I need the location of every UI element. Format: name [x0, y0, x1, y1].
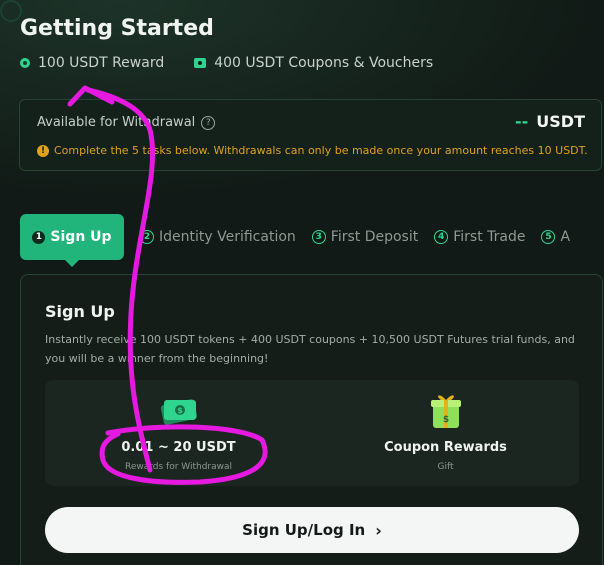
coupon-label: 400 USDT Coupons & Vouchers: [214, 55, 434, 71]
warning-icon: !: [37, 144, 49, 157]
cta-label: Sign Up/Log In: [242, 521, 366, 539]
tab-number-badge: 4: [434, 230, 449, 244]
cash-icon: $: [160, 399, 198, 425]
tab-label: First Trade: [453, 229, 526, 245]
withdrawal-label: Available for Withdrawal: [37, 115, 196, 130]
withdrawal-amount: -- USDT: [515, 112, 585, 131]
reward-value: 0.01 ~ 20 USDT: [121, 440, 236, 455]
panel-description: Instantly receive 100 USDT tokens + 400 …: [45, 333, 575, 365]
tab-first-trade[interactable]: 4 First Trade: [434, 229, 525, 245]
ticket-icon: [194, 58, 207, 68]
amount-currency: USDT: [536, 112, 585, 131]
reward-value: Coupon Rewards: [384, 440, 507, 455]
tab-label: A: [560, 229, 571, 245]
tab-identity-verification[interactable]: 2 Identity Verification: [140, 229, 296, 245]
help-icon[interactable]: ?: [201, 115, 216, 130]
tab-number-badge: 5: [541, 230, 556, 244]
rewards-box: $ 0.01 ~ 20 USDT Rewards for Withdrawal …: [45, 380, 579, 486]
reward-dot-icon: [20, 58, 30, 68]
reward-subtitle: Rewards for Withdrawal: [124, 462, 233, 472]
amount-placeholder: --: [515, 112, 529, 131]
reward-coupons: $ Coupon Rewards Gift: [312, 380, 579, 486]
header-subline: 100 USDT Reward 400 USDT Coupons & Vouch…: [20, 55, 433, 71]
logo-icon: [0, 0, 22, 22]
tab-sign-up[interactable]: 1 Sign Up: [20, 214, 124, 267]
chevron-right-icon: ›: [375, 520, 382, 540]
svg-text:$: $: [177, 406, 183, 415]
tab-label: Sign Up: [50, 229, 112, 245]
reward-subtitle: Gift: [437, 462, 454, 472]
withdrawal-note: ! Complete the 5 tasks below. Withdrawal…: [37, 144, 588, 157]
tab-number-badge: 1: [32, 230, 46, 244]
withdrawal-note-text: Complete the 5 tasks below. Withdrawals …: [54, 144, 588, 157]
withdrawal-card: Available for Withdrawal ? -- USDT ! Comp…: [19, 99, 602, 171]
panel-title: Sign Up: [45, 302, 115, 321]
tab-number-badge: 2: [140, 230, 154, 244]
task-tabs: 1 Sign Up 2 Identity Verification 3 Firs…: [20, 214, 570, 267]
gift-icon: $: [431, 395, 461, 428]
tab-fifth-task[interactable]: 5 A: [541, 229, 570, 245]
tab-first-deposit[interactable]: 3 First Deposit: [311, 229, 419, 245]
tab-number-badge: 3: [311, 230, 326, 244]
sign-up-login-button[interactable]: Sign Up/Log In ›: [45, 507, 579, 553]
reward-withdrawal: $ 0.01 ~ 20 USDT Rewards for Withdrawal: [45, 380, 312, 486]
svg-text:$: $: [443, 415, 449, 425]
tab-label: Identity Verification: [159, 229, 296, 245]
reward-label: 100 USDT Reward: [38, 55, 165, 71]
withdrawal-label-row: Available for Withdrawal ?: [37, 115, 216, 130]
tab-label: First Deposit: [330, 229, 419, 245]
page-title: Getting Started: [20, 16, 214, 41]
